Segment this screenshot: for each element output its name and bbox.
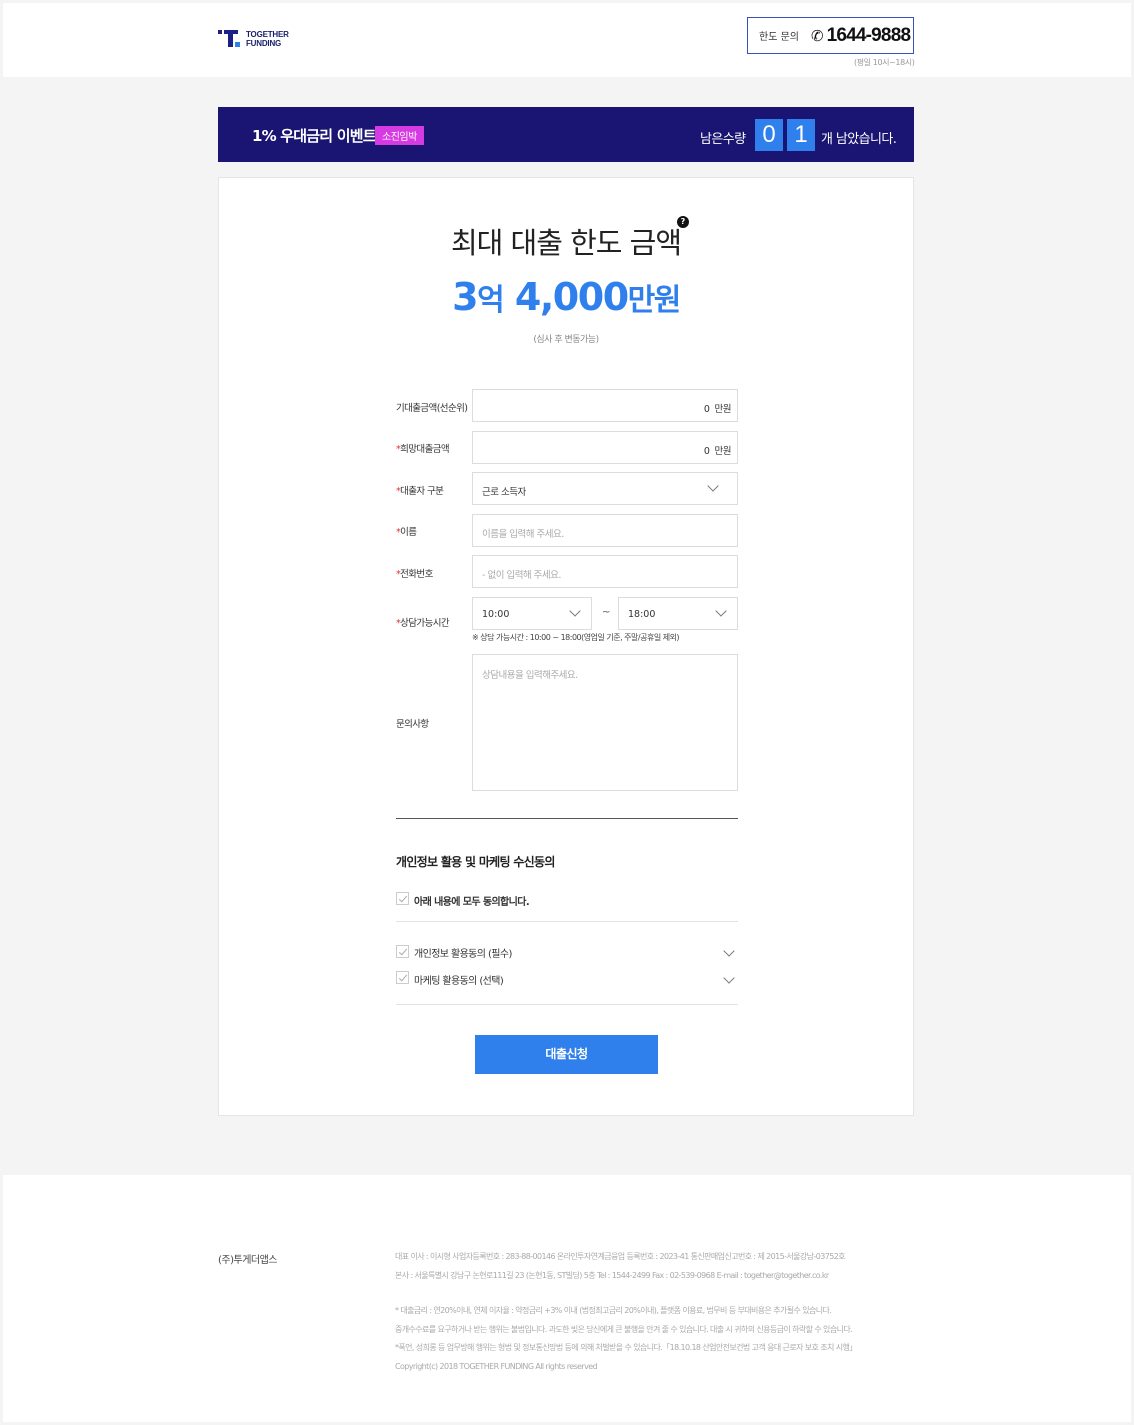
header: TOGETHER FUNDING 한도 문의 ✆ 1644-9888 (평일 1… [3, 3, 1131, 77]
existing-loan-label-text: 기대출금액(선순위) [396, 403, 468, 414]
logo-mark-icon [218, 30, 240, 48]
phone-input[interactable]: - 없이 입력해 주세요. [472, 555, 738, 588]
event-banner: 1% 우대금리 이벤트 소진임박 남은수량 0 1 개 남았습니다. [218, 107, 914, 162]
time-label-text: 상담가능시간 [400, 618, 449, 629]
time-from-select[interactable]: 10:00 [472, 597, 592, 630]
divider [396, 921, 738, 922]
time-to-select[interactable]: 18:00 [618, 597, 738, 630]
inquiry-textarea[interactable]: 상담내용을 입력해주세요. [472, 654, 738, 791]
remain-label: 남은수량 [700, 132, 746, 147]
existing-loan-value: 0 [703, 404, 710, 415]
logo-text: TOGETHER FUNDING [246, 30, 289, 48]
page-title: 최대 대출 한도 금액 [450, 226, 682, 260]
existing-loan-input[interactable]: 0 만원 [472, 389, 738, 422]
footer-copyright: Copyright(c) 2018 TOGETHER FUNDING All r… [395, 1362, 598, 1371]
contact-box[interactable]: 한도 문의 ✆ 1644-9888 [747, 17, 914, 54]
phone-placeholder: - 없이 입력해 주세요. [482, 570, 561, 581]
limit-amount: 3억 4,000만원 [219, 275, 913, 319]
footer: (주)투게더앱스 대표 이사 : 이시형 사업자등록번호 : 283-88-00… [3, 1175, 1131, 1422]
loan-form-card: 최대 대출 한도 금액 ? 3억 4,000만원 (심사 후 변동가능) 기대출… [218, 177, 914, 1116]
time-to-value: 18:00 [628, 609, 656, 620]
phone-icon: ✆ [810, 26, 824, 45]
inquiry-label-text: 문의사항 [396, 719, 429, 730]
apply-loan-button[interactable]: 대출신청 [475, 1035, 658, 1074]
privacy-consent-label[interactable]: 개인정보 활용동의 (필수) [414, 945, 512, 960]
event-badge: 소진임박 [375, 126, 424, 145]
remain-suffix: 개 남았습니다. [821, 132, 897, 147]
logo-line2: FUNDING [246, 39, 282, 48]
contact-phone[interactable]: 1644-9888 [827, 25, 911, 47]
amount-unit-1: 억 [477, 283, 505, 318]
footer-company: (주)투게더앱스 [218, 1255, 278, 1266]
limit-note: (심사 후 변동가능) [533, 335, 599, 345]
privacy-consent-checkbox[interactable] [396, 945, 409, 958]
time-note: ※ 상담 가능시간 : 10:00 ~ 18:00(영업일 기준, 주말/공휴일… [472, 633, 680, 642]
amount-num-2: 4,000 [503, 275, 629, 319]
borrower-type-label-text: 대출자 구분 [400, 486, 444, 497]
name-placeholder: 이름을 입력해 주세요. [482, 529, 564, 540]
contact-hours: (평일 10시~18시) [854, 58, 915, 67]
chevron-down-icon [569, 605, 581, 617]
footer-line: 본사 : 서울특별시 강남구 논현로111길 23 (논현1동, ST빌딩) 5… [395, 1271, 829, 1280]
footer-line: * 대출금리 : 연20%이내, 연체 이자율 : 약정금리 +3% 이내 (법… [395, 1306, 832, 1315]
chevron-down-icon[interactable] [723, 972, 735, 984]
name-label-text: 이름 [400, 527, 417, 538]
marketing-consent-label[interactable]: 마케팅 활용동의 (선택) [414, 972, 504, 987]
name-input[interactable]: 이름을 입력해 주세요. [472, 514, 738, 547]
chevron-down-icon[interactable] [723, 945, 735, 957]
desired-loan-label: *희망대출금액 [396, 441, 450, 455]
inquiry-placeholder: 상담내용을 입력해주세요. [482, 670, 578, 681]
existing-loan-value-wrap: 0 만원 [703, 401, 732, 415]
contact-label: 한도 문의 [759, 32, 799, 43]
consent-title: 개인정보 활용 및 마케팅 수신동의 [396, 855, 555, 869]
inquiry-label: 문의사항 [396, 716, 429, 730]
existing-loan-label: 기대출금액(선순위) [396, 400, 468, 414]
agree-all-checkbox[interactable] [396, 892, 409, 905]
marketing-consent-checkbox[interactable] [396, 971, 409, 984]
amount-num-1: 3 [452, 275, 478, 319]
chevron-down-icon [707, 480, 719, 492]
phone-label-text: 전화번호 [400, 569, 433, 580]
desired-loan-value: 0 [703, 446, 710, 457]
chevron-down-icon [715, 605, 727, 617]
desired-loan-value-wrap: 0 만원 [703, 443, 732, 457]
existing-loan-unit: 만원 [714, 404, 732, 415]
event-title: 1% 우대금리 이벤트 [252, 127, 377, 145]
page: TOGETHER FUNDING 한도 문의 ✆ 1644-9888 (평일 1… [3, 3, 1131, 1422]
logo[interactable]: TOGETHER FUNDING [218, 30, 289, 48]
time-tilde: ~ [602, 607, 611, 618]
desired-loan-input[interactable]: 0 만원 [472, 431, 738, 464]
amount-unit-2: 만원 [627, 283, 682, 318]
footer-line: *폭언, 성희롱 등 업무방해 행위는 형법 및 정보통신망법 등에 의해 처벌… [395, 1343, 857, 1352]
footer-line: 중개수수료를 요구하거나 받는 행위는 불법입니다. 과도한 빚은 당신에게 큰… [395, 1325, 853, 1334]
desired-loan-label-text: 희망대출금액 [400, 444, 449, 455]
remain-digit-2: 1 [787, 119, 815, 151]
desired-loan-unit: 만원 [714, 446, 732, 457]
time-label: *상담가능시간 [396, 615, 450, 629]
time-from-value: 10:00 [482, 609, 510, 620]
logo-line1: TOGETHER [246, 30, 289, 39]
remain-digit-1: 0 [755, 119, 783, 151]
help-icon[interactable]: ? [677, 216, 689, 228]
agree-all-label[interactable]: 아래 내용에 모두 동의합니다. [414, 893, 530, 908]
phone-label: *전화번호 [396, 566, 433, 580]
name-label: *이름 [396, 524, 417, 538]
footer-line: 대표 이사 : 이시형 사업자등록번호 : 283-88-00146 온라인투자… [395, 1252, 846, 1261]
divider [396, 1004, 738, 1005]
borrower-type-value: 근로 소득자 [482, 487, 526, 498]
borrower-type-label: *대출자 구분 [396, 483, 444, 497]
divider [396, 818, 738, 819]
borrower-type-select[interactable]: 근로 소득자 [472, 472, 738, 505]
